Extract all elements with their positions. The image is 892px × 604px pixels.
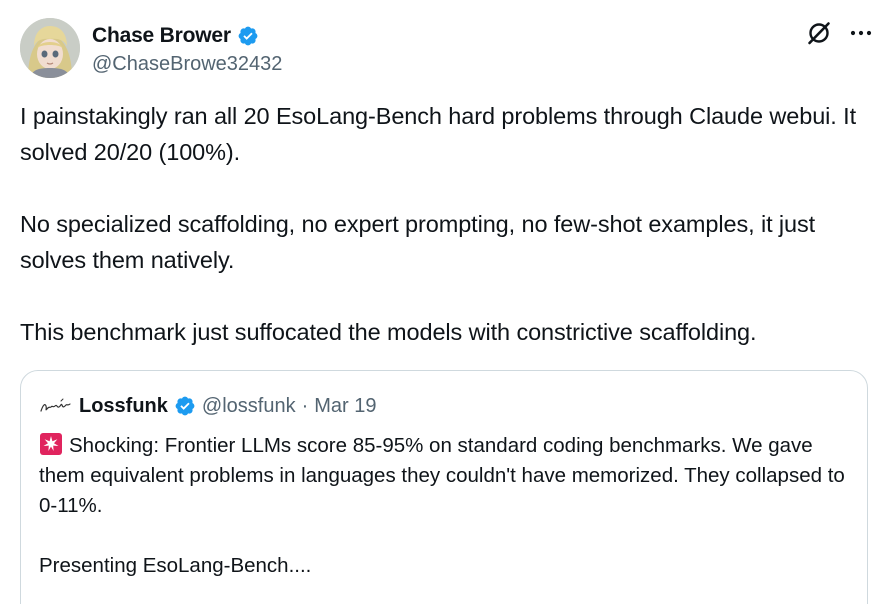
quote-paragraph-1-text: Shocking: Frontier LLMs score 85-95% on …: [39, 434, 845, 517]
quote-date[interactable]: Mar 19: [314, 395, 376, 418]
tweet-paragraph-3: This benchmark just suffocated the model…: [20, 319, 757, 345]
verified-badge-icon: [238, 26, 258, 46]
tweet-paragraph-2: No specialized scaffolding, no expert pr…: [20, 211, 816, 273]
avatar[interactable]: [20, 18, 80, 78]
separator-dot: ·: [301, 394, 309, 417]
author-info: Chase Brower @ChaseBrowe32432: [92, 23, 282, 76]
quoted-tweet-card[interactable]: Lossfunk @lossfunk · Mar 19 Shocking: Fr…: [20, 370, 868, 604]
quote-paragraph-1: Shocking: Frontier LLMs score 85-95% on …: [39, 431, 849, 521]
rotating-light-icon: [40, 433, 62, 455]
name-row: Chase Brower: [92, 23, 282, 49]
quote-paragraph-2: Presenting EsoLang-Bench....: [39, 554, 312, 577]
tweet-paragraph-1: I painstakingly ran all 20 EsoLang-Bench…: [20, 103, 857, 165]
verified-badge-icon: [175, 396, 195, 416]
quote-header: Lossfunk @lossfunk · Mar 19: [39, 391, 377, 421]
grok-slash-icon[interactable]: [806, 20, 832, 46]
tweet-header: Chase Brower @ChaseBrowe32432: [20, 18, 872, 80]
tweet-text: I painstakingly ran all 20 EsoLang-Bench…: [20, 98, 872, 386]
more-options-icon[interactable]: [850, 30, 872, 36]
header-actions: [806, 20, 872, 46]
display-name[interactable]: Chase Brower: [92, 24, 231, 48]
quote-text: Shocking: Frontier LLMs score 85-95% on …: [39, 431, 849, 604]
author-handle[interactable]: @ChaseBrowe32432: [92, 53, 282, 76]
anime-avatar-icon: [20, 18, 80, 78]
quote-handle[interactable]: @lossfunk: [202, 395, 296, 418]
quote-display-name[interactable]: Lossfunk: [79, 395, 168, 418]
lossfunk-signature-logo: [40, 398, 71, 412]
